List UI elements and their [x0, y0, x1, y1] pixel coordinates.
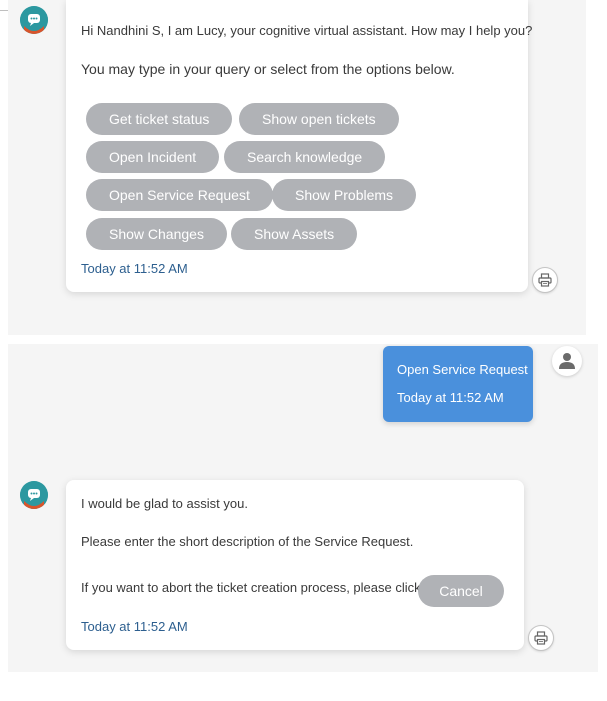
user-message-timestamp: Today at 11:52 AM — [397, 390, 504, 405]
option-show-assets[interactable]: Show Assets — [231, 218, 358, 250]
bot-reply-card: I would be glad to assist you. Please en… — [66, 480, 524, 650]
option-show-changes[interactable]: Show Changes — [86, 218, 227, 250]
print-button[interactable] — [532, 267, 558, 293]
option-search-knowledge[interactable]: Search knowledge — [224, 141, 386, 173]
user-avatar — [552, 346, 582, 376]
user-icon — [559, 353, 575, 369]
bot-avatar-icon — [20, 481, 48, 509]
option-open-incident[interactable]: Open Incident — [86, 141, 220, 173]
bot-avatar-icon — [20, 6, 48, 34]
reply-line-1: I would be glad to assist you. — [81, 496, 248, 511]
printer-icon — [534, 631, 548, 645]
cancel-button[interactable]: Cancel — [418, 575, 504, 607]
user-message-bubble: Open Service Request Today at 11:52 AM — [383, 346, 533, 422]
greeting-text: Hi Nandhini S, I am Lucy, your cognitive… — [81, 23, 533, 38]
reply-timestamp: Today at 11:52 AM — [81, 619, 188, 634]
instruction-text: You may type in your query or select fro… — [81, 61, 455, 77]
message-timestamp: Today at 11:52 AM — [81, 261, 188, 276]
bot-message-card: Hi Nandhini S, I am Lucy, your cognitive… — [66, 0, 532, 292]
option-show-problems[interactable]: Show Problems — [272, 179, 417, 211]
user-message-text: Open Service Request — [397, 362, 528, 377]
printer-icon — [538, 273, 552, 287]
option-open-service-request[interactable]: Open Service Request — [86, 179, 273, 211]
reply-line-3: If you want to abort the ticket creation… — [81, 580, 421, 595]
option-get-ticket-status[interactable]: Get ticket status — [86, 103, 233, 135]
option-show-open-tickets[interactable]: Show open tickets — [239, 103, 399, 135]
reply-line-2: Please enter the short description of th… — [81, 534, 414, 549]
print-button[interactable] — [528, 625, 554, 651]
